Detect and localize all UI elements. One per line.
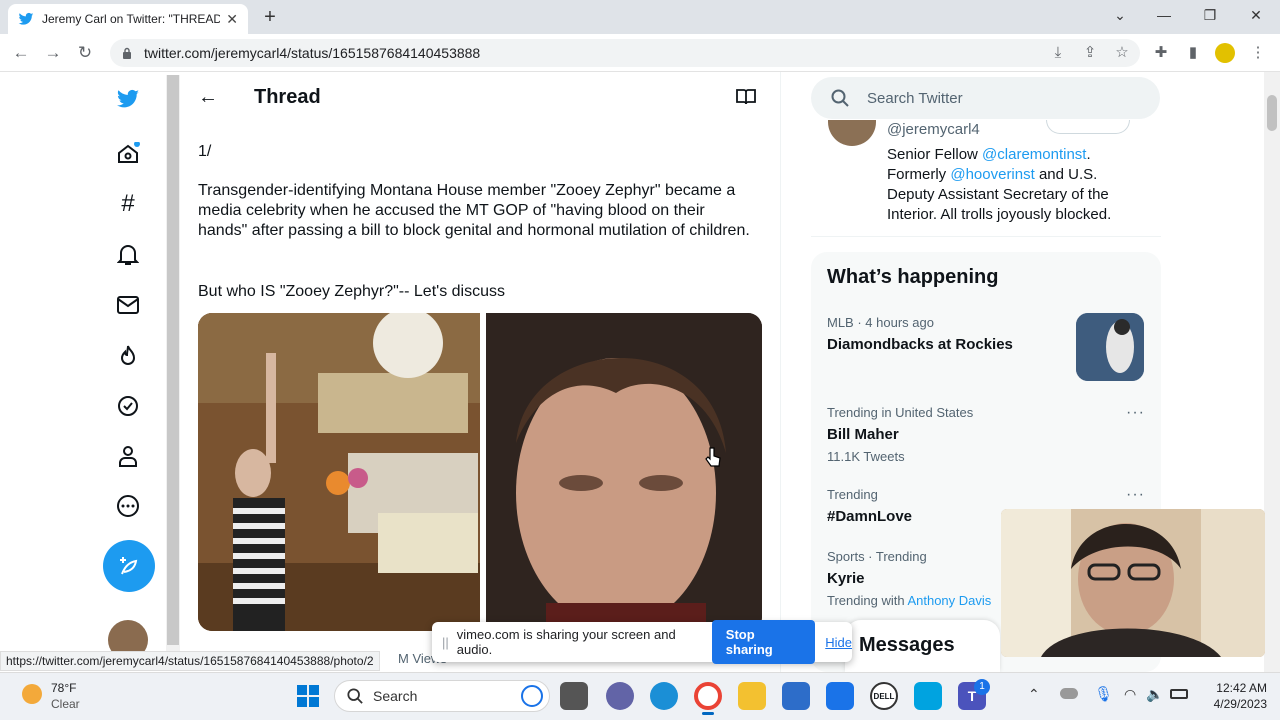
- windows-taskbar: [0, 672, 1280, 720]
- reader-mode-icon[interactable]: [736, 88, 756, 106]
- weather-moon-icon[interactable]: [22, 684, 42, 704]
- clock-date[interactable]: 4/29/2023: [1195, 697, 1267, 711]
- weather-condition: Clear: [51, 697, 80, 711]
- status-bar-url: https://twitter.com/jeremycarl4/status/1…: [0, 651, 380, 671]
- tray-chevron-icon[interactable]: ⌃: [1028, 686, 1040, 703]
- share-message: vimeo.com is sharing your screen and aud…: [456, 627, 676, 657]
- twitter-favicon-icon: [18, 12, 34, 25]
- chrome-browser-icon[interactable]: [694, 682, 722, 710]
- page-title: Thread: [254, 86, 321, 108]
- side-panel-icon[interactable]: ▮: [1183, 43, 1203, 63]
- extensions-puzzle-icon[interactable]: ✚: [1151, 43, 1171, 63]
- tweet-paragraph-1: Transgender-identifying Montana House me…: [198, 182, 750, 239]
- trend-item[interactable]: Trending in United States Bill Maher 11.…: [827, 405, 1067, 464]
- tweet-paragraph-2: But who IS "Zooey Zephyr?"-- Let's discu…: [198, 283, 505, 300]
- share-icon[interactable]: ⇪: [1080, 43, 1100, 63]
- thread-number: 1/: [198, 143, 212, 160]
- volume-icon[interactable]: 🔈: [1146, 686, 1163, 703]
- page-scroll-thumb[interactable]: [1267, 95, 1277, 131]
- tab-title: Jeremy Carl on Twitter: "THREAD: [42, 12, 221, 26]
- tab-search-chevron-icon[interactable]: ⌄: [1100, 4, 1140, 26]
- taskbar-search-box[interactable]: Search: [334, 680, 550, 712]
- install-app-icon[interactable]: ⤓: [1048, 43, 1068, 63]
- notification-badge: 1: [974, 679, 990, 695]
- webcam-preview: [1001, 509, 1265, 657]
- compose-tweet-button[interactable]: [103, 540, 155, 592]
- hide-button[interactable]: Hide: [825, 635, 852, 650]
- profile-avatar-icon[interactable]: [1215, 43, 1235, 63]
- restore-icon[interactable]: ❐: [1190, 4, 1230, 26]
- bio-text: Senior Fellow @claremontinst. Formerly @…: [887, 146, 1112, 223]
- tweet-photo-2[interactable]: [486, 313, 762, 631]
- stop-sharing-button[interactable]: Stop sharing: [711, 620, 816, 664]
- bing-icon[interactable]: [521, 685, 543, 707]
- anthony-davis-link[interactable]: Anthony Davis: [907, 593, 991, 608]
- mail-icon[interactable]: [826, 682, 854, 710]
- search-input[interactable]: Search Twitter: [811, 77, 1160, 119]
- dell-icon[interactable]: DELL: [870, 682, 898, 710]
- reload-icon[interactable]: ↻: [74, 42, 96, 64]
- explore-hash-icon[interactable]: #: [114, 190, 142, 218]
- new-tab-icon[interactable]: +: [258, 6, 282, 28]
- feather-plus-icon: [120, 557, 138, 575]
- notifications-bell-icon[interactable]: [114, 241, 142, 269]
- divider: [811, 236, 1161, 237]
- address-bar[interactable]: twitter.com/jeremycarl4/status/165158768…: [110, 39, 1140, 67]
- happening-title: What’s happening: [827, 266, 999, 288]
- screen-share-banner: || vimeo.com is sharing your screen and …: [432, 620, 852, 664]
- drag-handle-icon[interactable]: ||: [442, 635, 449, 650]
- page-scroll-track: [1264, 72, 1280, 672]
- trend-more-icon[interactable]: ···: [1126, 486, 1145, 504]
- flame-icon[interactable]: [114, 342, 142, 370]
- bio-handle: @jeremycarl4: [887, 121, 980, 138]
- back-arrow-icon[interactable]: ←: [10, 42, 32, 64]
- windows-start-icon[interactable]: [294, 682, 322, 710]
- store-icon[interactable]: [782, 682, 810, 710]
- trend-more-icon[interactable]: ···: [1126, 404, 1145, 422]
- bookmark-star-icon[interactable]: ☆: [1112, 43, 1132, 63]
- trend-thumbnail[interactable]: [1076, 313, 1144, 381]
- file-explorer-icon[interactable]: [738, 682, 766, 710]
- forward-arrow-icon[interactable]: →: [42, 42, 64, 64]
- search-placeholder: Search Twitter: [867, 89, 963, 107]
- search-icon: [347, 688, 363, 704]
- onedrive-icon[interactable]: [1060, 688, 1078, 699]
- trend-item[interactable]: MLB · 4 hours ago Diamondbacks at Rockie…: [827, 315, 1067, 353]
- twitter-logo-icon[interactable]: [114, 85, 142, 113]
- lock-icon: [123, 47, 131, 59]
- hoover-link[interactable]: @hooverinst: [950, 166, 1034, 183]
- messages-envelope-icon[interactable]: [114, 291, 142, 319]
- close-window-icon[interactable]: ✕: [1236, 4, 1276, 26]
- back-arrow-button[interactable]: ←: [198, 86, 218, 109]
- verified-check-icon[interactable]: [114, 392, 142, 420]
- profile-person-icon[interactable]: [114, 442, 142, 470]
- alexa-icon[interactable]: [914, 682, 942, 710]
- weather-temp[interactable]: 78°F: [51, 681, 76, 695]
- left-scroll-thumb[interactable]: [167, 75, 179, 645]
- wifi-icon[interactable]: ◠: [1124, 686, 1136, 703]
- messages-drawer-title[interactable]: Messages: [859, 634, 955, 657]
- chrome-menu-icon[interactable]: ⋮: [1248, 43, 1268, 63]
- hand-cursor-icon: [705, 447, 721, 467]
- more-dots-icon[interactable]: [114, 492, 142, 520]
- edge-browser-icon[interactable]: [650, 682, 678, 710]
- taskbar-search-label: Search: [373, 688, 418, 704]
- teams-chat-icon[interactable]: [606, 682, 634, 710]
- microphone-icon[interactable]: 🎙: [1094, 685, 1113, 703]
- url-text: twitter.com/jeremycarl4/status/165158768…: [144, 45, 481, 61]
- task-view-icon[interactable]: [560, 682, 588, 710]
- clock-time[interactable]: 12:42 AM: [1203, 681, 1267, 695]
- tweet-photo-1[interactable]: [198, 313, 480, 631]
- tab-close-icon[interactable]: ✕: [226, 11, 238, 28]
- browser-tab[interactable]: Jeremy Carl on Twitter: "THREAD ✕: [8, 4, 248, 34]
- claremont-link[interactable]: @claremontinst: [982, 146, 1086, 163]
- minimize-icon[interactable]: —: [1144, 4, 1184, 26]
- active-indicator: [702, 712, 714, 715]
- home-icon[interactable]: [114, 140, 142, 168]
- search-icon: [831, 89, 849, 107]
- battery-icon[interactable]: [1170, 689, 1188, 699]
- follow-button[interactable]: [1046, 120, 1130, 134]
